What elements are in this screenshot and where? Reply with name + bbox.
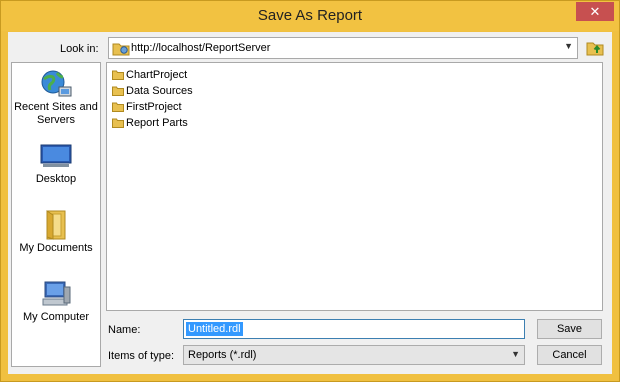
look-in-combobox[interactable]: http://localhost/ReportServer ▼	[108, 37, 578, 59]
documents-folder-icon	[46, 210, 66, 240]
cancel-button[interactable]: Cancel	[537, 345, 602, 365]
name-input[interactable]: Untitled.rdl	[183, 319, 525, 339]
desktop-icon	[40, 144, 72, 167]
chevron-down-icon[interactable]: ▼	[511, 349, 520, 359]
items-of-type-value: Reports (*.rdl)	[188, 349, 257, 361]
folder-icon	[112, 70, 124, 80]
place-label-desktop: Desktop	[35, 173, 77, 185]
file-name: FirstProject	[126, 101, 182, 113]
title-bar[interactable]: Save As Report ✕	[1, 1, 619, 31]
place-my-computer[interactable]: My Computer	[12, 279, 100, 324]
place-desktop[interactable]: Desktop	[12, 141, 100, 186]
computer-icon	[42, 281, 71, 306]
place-label-my-computer: My Computer	[22, 311, 90, 323]
look-in-value: http://localhost/ReportServer	[131, 42, 271, 54]
place-my-documents[interactable]: My Documents	[12, 210, 100, 255]
name-label: Name:	[108, 324, 141, 336]
place-recent-sites[interactable]: Recent Sites and Servers	[12, 69, 100, 127]
folder-icon	[112, 102, 124, 112]
save-button[interactable]: Save	[537, 319, 602, 339]
name-input-value: Untitled.rdl	[186, 322, 243, 336]
folder-icon	[112, 86, 124, 96]
places-bar: Recent Sites and Servers Desktop My Docu…	[11, 62, 101, 367]
file-name: Data Sources	[126, 85, 193, 97]
look-in-label: Look in:	[60, 43, 99, 55]
save-as-report-dialog: Save As Report ✕ Look in: http://localho…	[0, 0, 620, 382]
file-name: ChartProject	[126, 69, 188, 81]
items-of-type-label: Items of type:	[108, 350, 175, 362]
file-list[interactable]: ChartProject Data Sources FirstProject R…	[106, 62, 603, 311]
place-label-recent-sites: Recent Sites and Servers	[14, 101, 98, 126]
file-name: Report Parts	[126, 117, 188, 129]
close-button[interactable]: ✕	[576, 2, 614, 21]
place-label-my-documents: My Documents	[19, 242, 93, 254]
server-folder-icon	[112, 43, 130, 56]
items-of-type-select[interactable]: Reports (*.rdl) ▼	[183, 345, 525, 365]
up-one-level-icon[interactable]	[586, 38, 604, 56]
globe-network-icon	[41, 70, 72, 97]
chevron-down-icon[interactable]: ▼	[564, 41, 573, 51]
dialog-title: Save As Report	[257, 7, 363, 24]
dialog-client: Look in: http://localhost/ReportServer ▼	[8, 32, 612, 374]
folder-icon	[112, 118, 124, 128]
